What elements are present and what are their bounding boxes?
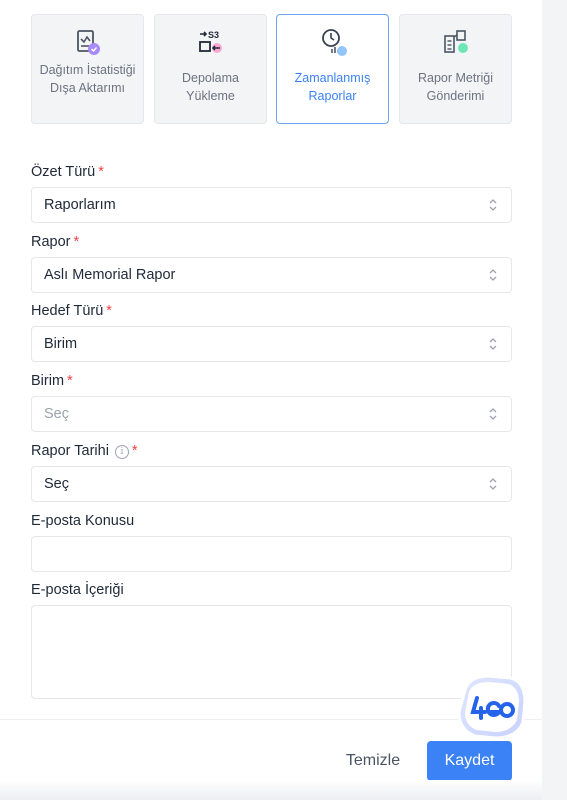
required-mark: * [67, 373, 73, 389]
email-subject-label: E-posta Konusu [31, 513, 134, 529]
report-date-label: Rapor Tarihi i * [31, 443, 138, 459]
email-body-textarea[interactable] [31, 605, 512, 699]
chevron-updown-icon [489, 338, 497, 350]
unit-select[interactable]: Seç [31, 396, 512, 432]
scheduled-report-icon [322, 29, 347, 56]
tab-label: Zamanlanmış Raporlar [294, 71, 371, 103]
tab-distribution-export[interactable]: Dağıtım İstatistiği Dışa Aktarımı [31, 14, 144, 124]
target-type-select[interactable]: Birim [31, 326, 512, 362]
footer-shadow [0, 780, 542, 800]
chevron-updown-icon [489, 408, 497, 420]
distribution-export-icon [77, 30, 100, 55]
tab-scheduled-reports[interactable]: Zamanlanmış Raporlar [276, 14, 389, 124]
tab-label: Rapor Metriği Gönderimi [417, 71, 494, 103]
field-label-text: Hedef Türü [31, 303, 104, 319]
field-label-text: Özet Türü [31, 164, 96, 180]
field-label-text: Birim [31, 373, 65, 389]
tab-label: Dağıtım İstatistiği Dışa Aktarımı [39, 63, 136, 95]
required-mark: * [131, 443, 138, 459]
required-mark: * [73, 234, 80, 250]
email-body-label: E-posta İçeriği [31, 582, 124, 598]
tab-label: Depolama Yükleme [182, 71, 239, 103]
unit-label: Birim * [31, 373, 73, 389]
svg-text:S3: S3 [208, 30, 219, 40]
tab-report-metric[interactable]: Rapor Metriği Gönderimi [399, 14, 512, 124]
required-mark: * [106, 303, 112, 319]
s3-upload-icon: S3 [199, 30, 222, 53]
chevron-updown-icon [489, 199, 497, 211]
field-label-text: E-posta Konusu [31, 513, 135, 529]
export-type-tabs: Dağıtım İstatistiği Dışa Aktarımı S3 Dep… [31, 14, 512, 124]
info-icon[interactable]: i [114, 445, 129, 459]
chevron-updown-icon [489, 269, 497, 281]
scroll-gutter [542, 0, 567, 800]
summary-type-label: Özet Türü * [31, 164, 104, 180]
clear-button[interactable]: Temizle [335, 741, 411, 781]
chevron-updown-icon [489, 478, 497, 490]
assistant-badge-icon[interactable] [455, 672, 529, 742]
save-button[interactable]: Kaydet [427, 741, 512, 781]
selected-value: Aslı Memorial Rapor [44, 267, 176, 283]
email-subject-input[interactable] [31, 536, 512, 572]
summary-type-select[interactable]: Raporlarım [31, 187, 512, 223]
required-mark: * [98, 164, 104, 180]
report-metric-icon [444, 30, 468, 53]
field-label-text: Rapor [31, 234, 71, 250]
field-label-text: Rapor Tarihi [31, 443, 109, 459]
report-select[interactable]: Aslı Memorial Rapor [31, 257, 512, 293]
target-type-label: Hedef Türü * [31, 303, 112, 319]
selected-value: Raporlarım [44, 197, 116, 213]
tab-storage-upload[interactable]: S3 Depolama Yükleme [154, 14, 267, 124]
selected-value: Seç [44, 476, 69, 492]
selected-value: Birim [44, 336, 78, 352]
report-date-select[interactable]: Seç [31, 466, 512, 502]
field-label-text: E-posta İçeriği [31, 582, 124, 598]
report-label: Rapor * [31, 234, 79, 250]
select-placeholder: Seç [44, 406, 69, 422]
